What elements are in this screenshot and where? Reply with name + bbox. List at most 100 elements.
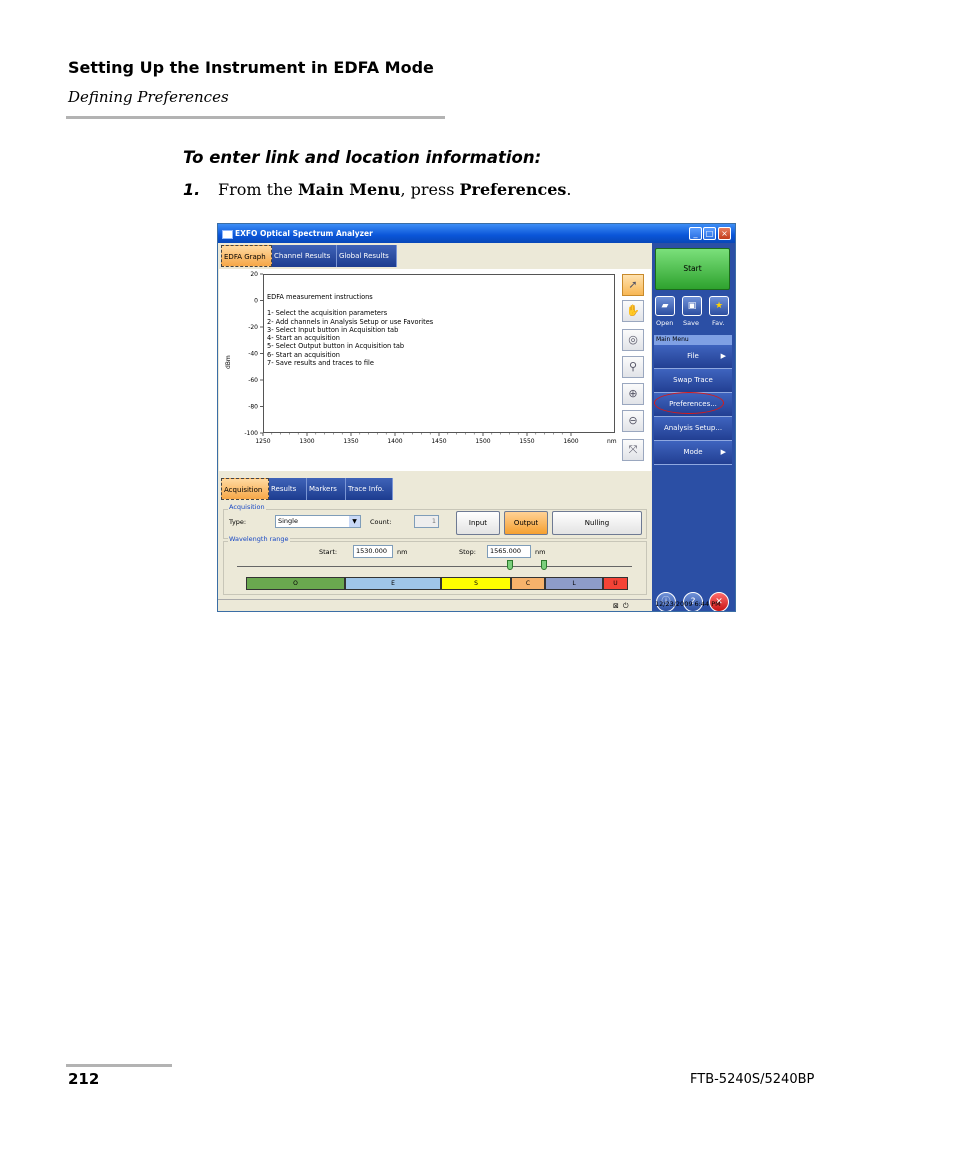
bottom-tab-bar: Acquisition Results Markers Trace Info.: [221, 478, 393, 500]
y-tick-label: -60: [248, 377, 258, 384]
pointer-tool[interactable]: ➚: [622, 274, 644, 296]
x-tick-label: 1300: [299, 438, 314, 445]
output-button[interactable]: Output: [504, 511, 548, 535]
pointer-icon: ➚: [628, 278, 638, 291]
menu-item-file[interactable]: File ▶: [654, 345, 732, 369]
right-panel: Start ▰ ▣ ★ Open Save Fav. Main Menu Fil…: [652, 243, 735, 611]
tab-trace-info[interactable]: Trace Info.: [346, 478, 393, 500]
subsection-title: Defining Preferences: [68, 88, 229, 106]
app-icon: [222, 230, 233, 239]
nulling-button[interactable]: Nulling: [552, 511, 642, 535]
band-l: L: [545, 577, 603, 590]
tab-global-results[interactable]: Global Results: [337, 245, 397, 267]
start-unit: nm: [397, 548, 408, 556]
procedure-title: To enter link and location information:: [183, 148, 542, 167]
x-tick-label: 1600: [563, 438, 578, 445]
main-menu-header: Main Menu: [654, 335, 732, 345]
chevron-down-icon: ▼: [349, 516, 360, 527]
open-folder-icon: ▰: [661, 301, 669, 311]
status-time: 12/23/2009 6:44 PM: [655, 600, 721, 608]
zoom-area-icon: ◎: [628, 333, 638, 346]
band-c: C: [511, 577, 545, 590]
x-tick-label: 1400: [387, 438, 402, 445]
status-bar: ⊠ ⏻: [218, 599, 651, 611]
tab-results[interactable]: Results: [269, 478, 307, 500]
band-u: U: [603, 577, 628, 590]
step-suffix: .: [566, 180, 572, 199]
menu-item-mode[interactable]: Mode ▶: [654, 441, 732, 465]
footer-divider: [66, 1064, 172, 1067]
band-s: S: [441, 577, 511, 590]
zoom-in-icon: ⊕: [628, 387, 638, 400]
tab-channel-results[interactable]: Channel Results: [272, 245, 337, 267]
menu-item-label: File: [687, 352, 699, 360]
start-label: Start:: [319, 548, 338, 556]
favorites-button[interactable]: ★: [709, 296, 729, 316]
menu-item-analysis-setup[interactable]: Analysis Setup...: [654, 417, 732, 441]
zoom-out-tool[interactable]: ⊖: [622, 410, 644, 432]
menu-item-label: Mode: [683, 448, 703, 456]
y-tick-label: -100: [244, 430, 258, 437]
x-tick-label: 1250: [255, 438, 270, 445]
open-label: Open: [656, 319, 674, 327]
type-value: Single: [278, 517, 298, 525]
type-label: Type:: [229, 518, 247, 526]
step-target: Preferences: [459, 180, 567, 199]
x-axis-label: nm: [607, 438, 617, 445]
count-field[interactable]: 1: [414, 515, 439, 528]
step-menu: Main Menu: [297, 180, 401, 199]
tab-acquisition[interactable]: Acquisition: [221, 478, 269, 500]
hand-icon: ✋: [626, 304, 640, 317]
stop-unit: nm: [535, 548, 546, 556]
fit-icon: ⤧: [628, 443, 638, 456]
x-tick-label: 1450: [431, 438, 446, 445]
menu-item-label: Swap Trace: [673, 376, 713, 384]
acquisition-group-label: Acquisition: [228, 503, 266, 511]
graph-area: dBm EDFA measurement instructions 1- Sel…: [219, 269, 651, 471]
tab-markers[interactable]: Markers: [307, 478, 346, 500]
power-status-icon: ⏻: [623, 602, 629, 610]
start-wavelength-field[interactable]: 1530.000: [353, 545, 393, 558]
step-number: 1.: [183, 180, 201, 199]
top-tab-bar: EDFA Graph Channel Results Global Result…: [221, 245, 399, 269]
open-button[interactable]: ▰: [655, 296, 675, 316]
step-middle: , press: [400, 180, 460, 199]
zoom-in-tool[interactable]: ⊕: [622, 383, 644, 405]
input-button[interactable]: Input: [456, 511, 500, 535]
type-select[interactable]: Single ▼: [275, 515, 361, 528]
header-divider: [66, 116, 445, 119]
y-tick-label: -20: [248, 324, 258, 331]
highlight-circle: [654, 392, 724, 414]
tab-edfa-graph[interactable]: EDFA Graph: [221, 245, 272, 267]
menu-item-label: Analysis Setup...: [663, 424, 723, 432]
save-button[interactable]: ▣: [682, 296, 702, 316]
start-button[interactable]: Start: [655, 248, 730, 290]
y-tick-label: 20: [250, 271, 258, 278]
fit-tool[interactable]: ⤧: [622, 439, 644, 461]
x-tick-label: 1350: [343, 438, 358, 445]
close-button[interactable]: ×: [718, 227, 731, 240]
stop-wavelength-field[interactable]: 1565.000: [487, 545, 531, 558]
range-slider-track[interactable]: [237, 566, 632, 567]
menu-item-swap-trace[interactable]: Swap Trace: [654, 369, 732, 393]
zoom-tool[interactable]: ⚲: [622, 356, 644, 378]
stop-slider-handle[interactable]: [541, 560, 547, 570]
page-number: 212: [68, 1070, 100, 1088]
y-tick-label: -80: [248, 404, 258, 411]
zoom-area-tool[interactable]: ◎: [622, 329, 644, 351]
window-title: EXFO Optical Spectrum Analyzer: [235, 229, 373, 238]
x-tick-label: 1500: [475, 438, 490, 445]
y-tick-label: -40: [248, 351, 258, 358]
minimize-button[interactable]: _: [689, 227, 702, 240]
hand-tool[interactable]: ✋: [622, 300, 644, 322]
band-e: E: [345, 577, 441, 590]
step-prefix: From the: [218, 180, 298, 199]
fav-label: Fav.: [712, 319, 725, 327]
start-slider-handle[interactable]: [507, 560, 513, 570]
product-name: FTB-5240S/5240BP: [690, 1072, 815, 1087]
submenu-arrow-icon: ▶: [720, 448, 726, 456]
section-title: Setting Up the Instrument in EDFA Mode: [68, 58, 434, 77]
x-tick-label: 1550: [519, 438, 534, 445]
network-status-icon: ⊠: [613, 602, 619, 610]
maximize-button[interactable]: □: [703, 227, 716, 240]
